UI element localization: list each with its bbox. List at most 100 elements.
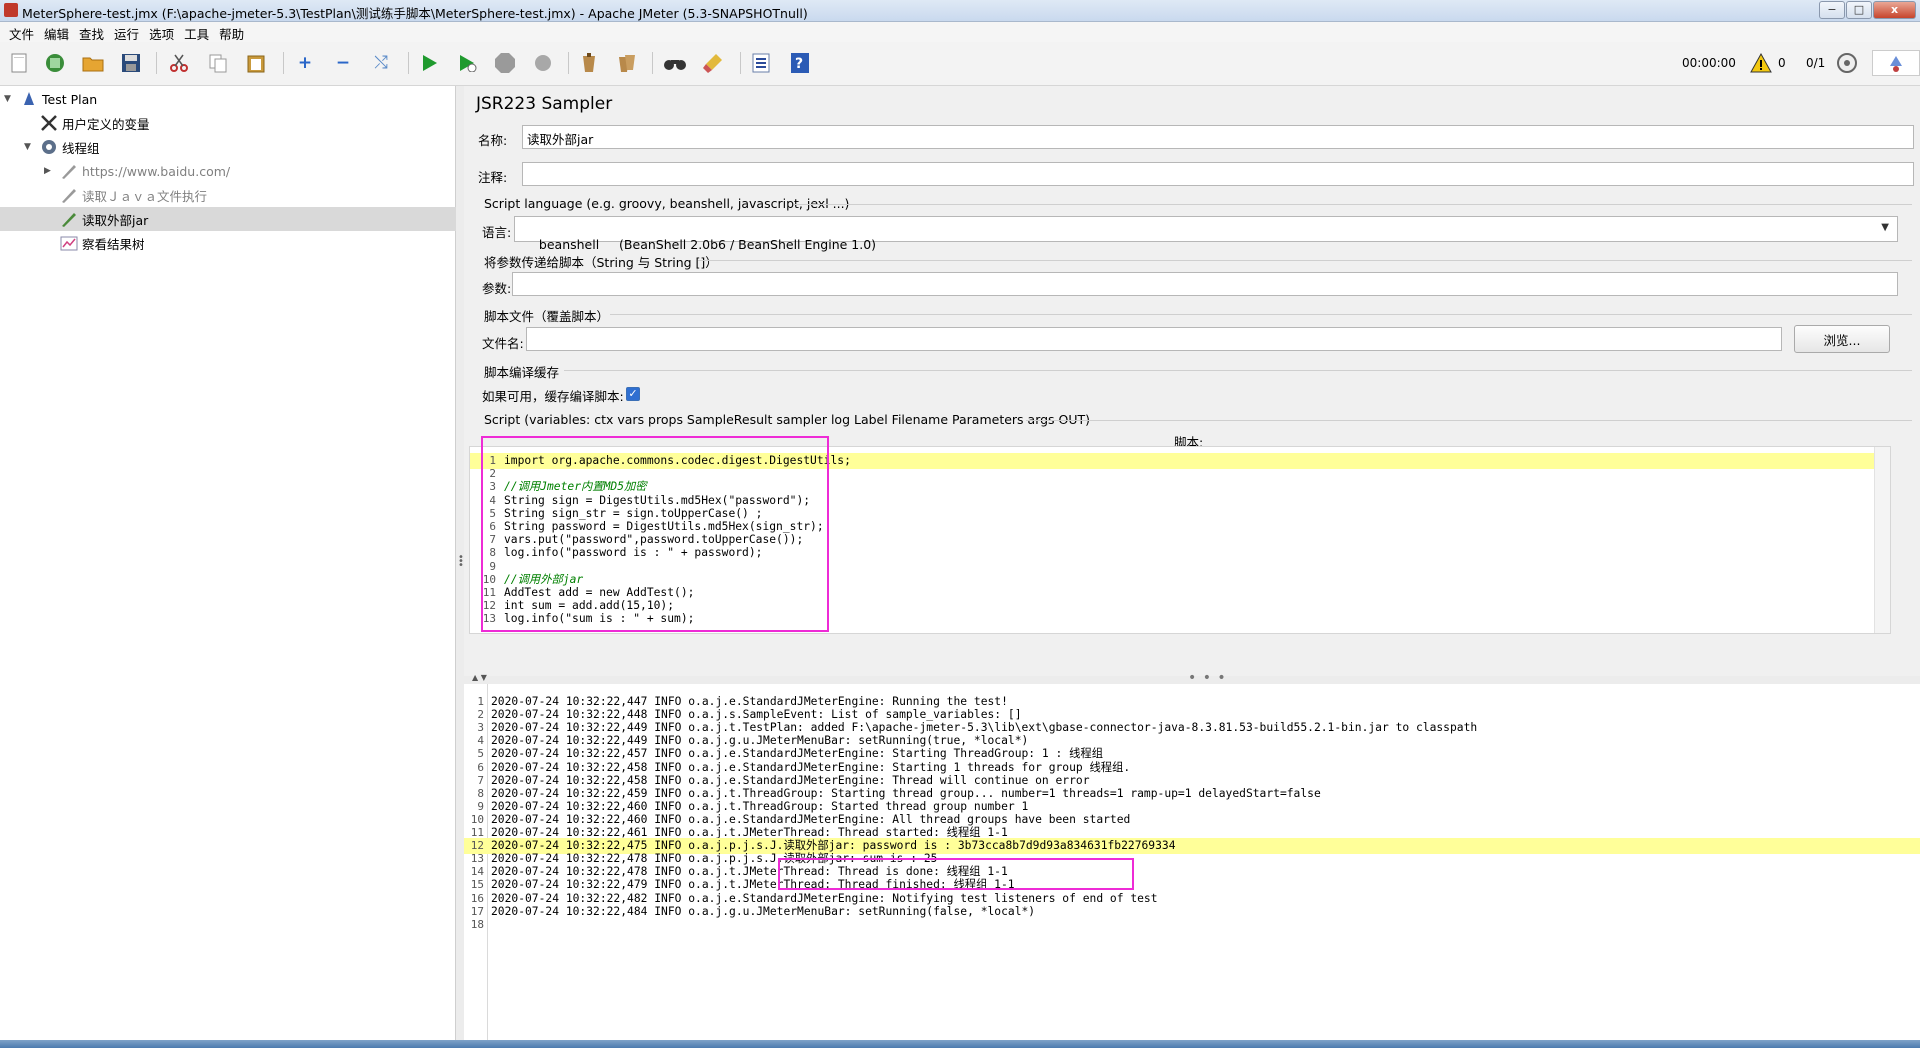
tree-item-label: 线程组 [62, 140, 100, 156]
cut-icon[interactable] [166, 50, 192, 76]
section-divider [698, 260, 1912, 261]
vertical-splitter[interactable]: • • • [456, 86, 464, 1048]
expand-icon[interactable]: + [292, 50, 318, 76]
warning-count: 0 [1778, 56, 1786, 70]
menu-search[interactable]: 查找 [74, 22, 109, 42]
maximize-button[interactable]: □ [1846, 1, 1872, 19]
toolbar-separator [568, 52, 569, 74]
tree-item-results-tree[interactable]: 察看结果树 [0, 231, 456, 255]
elapsed-timer: 00:00:00 [1682, 56, 1736, 70]
menu-file[interactable]: 文件 [4, 22, 39, 42]
tree-item-java-sampler[interactable]: 读取Ｊａｖａ文件执行 [0, 183, 456, 207]
cache-label: 如果可用，缓存编译脚本: [482, 389, 624, 404]
tree-item-test-plan[interactable]: ▼ Test Plan [0, 87, 456, 111]
tree-item-label: Test Plan [42, 91, 98, 107]
search-icon[interactable] [662, 50, 688, 76]
stop-icon[interactable] [492, 50, 518, 76]
menu-edit[interactable]: 编辑 [39, 22, 74, 42]
file-name-label: 文件名: [482, 336, 524, 351]
toolbar-separator [408, 52, 409, 74]
toolbar-separator [283, 52, 284, 74]
file-name-field[interactable] [526, 327, 1782, 351]
language-label: 语言: [482, 225, 512, 240]
toolbar-separator [156, 52, 157, 74]
clear-icon[interactable] [576, 50, 602, 76]
annotation-highlight-box [778, 858, 1134, 890]
function-helper-icon[interactable] [748, 50, 774, 76]
browse-button[interactable]: 浏览... [1794, 325, 1890, 353]
params-section: 将参数传递给脚本（String 与 String []） [484, 255, 718, 270]
copy-icon[interactable] [205, 50, 231, 76]
expand-toggle-icon[interactable]: ▶ [44, 166, 51, 176]
toggle-icon[interactable]: ⤭ [368, 50, 394, 76]
start-no-timers-icon[interactable] [454, 50, 480, 76]
tree-item-user-variables[interactable]: 用户定义的变量 [0, 111, 456, 135]
test-plan-icon [20, 90, 38, 108]
window-title: MeterSphere-test.jmx (F:\apache-jmeter-5… [22, 6, 808, 21]
menu-options[interactable]: 选项 [144, 22, 179, 42]
script-section: Script (variables: ctx vars props Sample… [484, 412, 1091, 427]
comment-field[interactable] [522, 162, 1914, 186]
warning-icon[interactable] [1748, 50, 1774, 76]
help-icon[interactable]: ? [787, 50, 813, 76]
minimize-button[interactable]: − [1819, 1, 1845, 19]
toolbar: + − ⤭ ? 00:00:00 0 0/1 [0, 42, 1920, 86]
log-line: 18 [464, 917, 1920, 933]
gear-icon [40, 138, 58, 156]
tree-item-label: 察看结果树 [82, 236, 145, 252]
section-divider [794, 204, 1912, 205]
collapse-toggle-icon[interactable]: ▼ [24, 142, 31, 152]
collapse-toggle-icon[interactable]: ▼ [4, 94, 11, 104]
params-label: 参数: [482, 281, 512, 296]
tree-item-label: 用户定义的变量 [62, 116, 150, 132]
active-threads: 0/1 [1806, 56, 1826, 70]
chart-icon [60, 234, 78, 252]
window-controls: − □ x [1819, 1, 1916, 19]
horizontal-splitter[interactable]: ▲ ▼ • • • [464, 670, 1920, 686]
comment-label: 注释: [478, 170, 508, 185]
language-select[interactable]: beanshell (BeanShell 2.0b6 / BeanShell E… [514, 216, 1898, 252]
splitter-arrows-icon[interactable]: ▲ ▼ [472, 673, 487, 682]
section-divider [610, 314, 1912, 315]
menu-help[interactable]: 帮助 [214, 22, 249, 42]
language-value: beanshell (BeanShell 2.0b6 / BeanShell E… [538, 237, 877, 252]
save-icon[interactable] [118, 50, 144, 76]
section-divider [1026, 420, 1912, 421]
tree-item-label: https://www.baidu.com/ [82, 163, 231, 179]
paste-icon[interactable] [243, 50, 269, 76]
editor-scrollbar[interactable] [1874, 447, 1890, 633]
svg-text:?: ? [795, 56, 803, 72]
clear-all-icon[interactable] [614, 50, 640, 76]
reset-search-icon[interactable] [700, 50, 726, 76]
new-icon[interactable] [6, 50, 32, 76]
menu-tools[interactable]: 工具 [179, 22, 214, 42]
jmeter-app-icon [4, 3, 18, 17]
templates-icon[interactable] [42, 50, 68, 76]
log-viewer-icon[interactable] [1872, 50, 1920, 76]
tree-item-http-sampler[interactable]: ▶ https://www.baidu.com/ [0, 159, 456, 183]
toolbar-separator [740, 52, 741, 74]
collapse-icon[interactable]: − [330, 50, 356, 76]
open-icon[interactable] [80, 50, 106, 76]
script-file-section: 脚本文件（覆盖脚本） [484, 309, 610, 324]
log-line-number: 18 [470, 917, 484, 931]
tree-item-thread-group[interactable]: ▼ 线程组 [0, 135, 456, 159]
chevron-down-icon: ▼ [1881, 222, 1889, 233]
pencil-icon [60, 186, 78, 204]
log-panel[interactable]: 1 2020-07-24 10:32:22,447 INFO o.a.j.e.St… [464, 684, 1920, 1048]
remote-icon[interactable] [1834, 50, 1860, 76]
pencil-icon [60, 210, 78, 228]
start-icon[interactable] [416, 50, 442, 76]
params-field[interactable] [512, 272, 1898, 296]
shutdown-icon[interactable] [530, 50, 556, 76]
menu-bar: 文件 编辑 查找 运行 选项 工具 帮助 [0, 22, 1920, 42]
tools-icon [40, 114, 58, 132]
test-plan-tree: ▼ Test Plan 用户定义的变量 ▼ 线程组 ▶ https://www.… [0, 86, 456, 1048]
close-button[interactable]: x [1873, 1, 1916, 19]
menu-run[interactable]: 运行 [109, 22, 144, 42]
pencil-icon [60, 162, 78, 180]
tree-item-jar-sampler[interactable]: 读取外部jar [0, 207, 456, 231]
tree-item-label: 读取外部jar [82, 212, 149, 228]
cache-checkbox[interactable]: ✓ [626, 387, 640, 401]
name-field[interactable]: 读取外部jar [522, 125, 1914, 149]
